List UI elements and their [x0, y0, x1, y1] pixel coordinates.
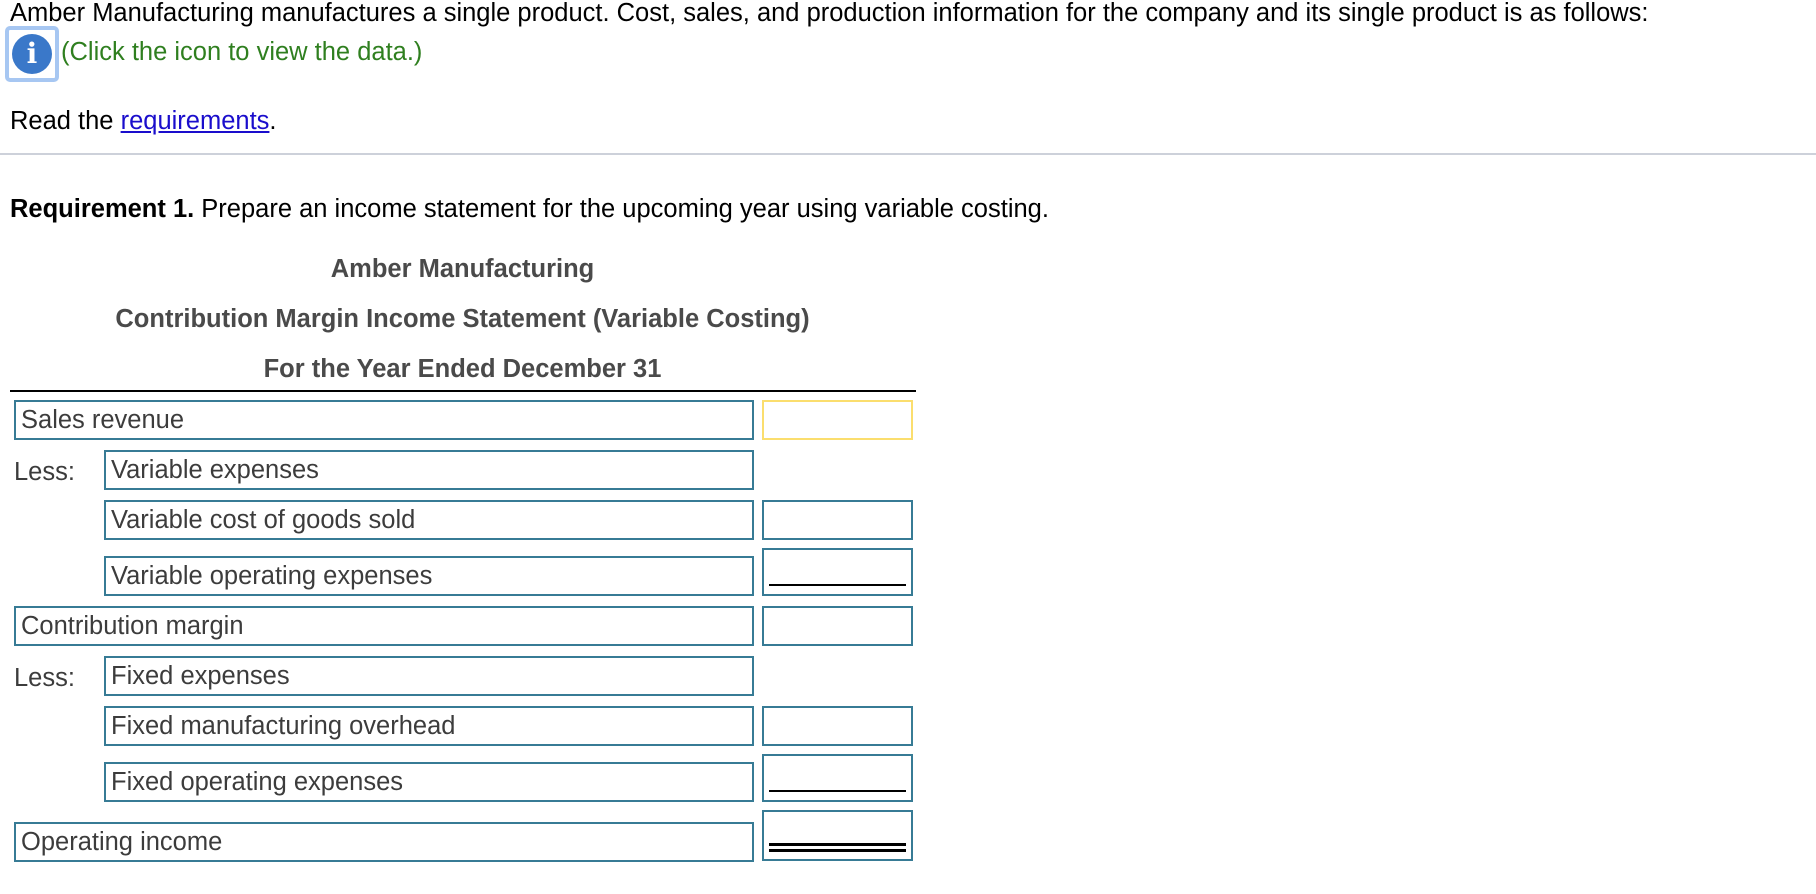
single-underline: [769, 584, 906, 586]
row-label-variable-operating-expenses[interactable]: Variable operating expenses: [104, 556, 754, 596]
single-underline: [769, 790, 906, 792]
requirement-text: Prepare an income statement for the upco…: [194, 195, 1049, 223]
less-label: Less:: [14, 458, 75, 486]
row-label-fixed-manufacturing-overhead[interactable]: Fixed manufacturing overhead: [104, 706, 754, 746]
statement-title: Contribution Margin Income Statement (Va…: [115, 305, 810, 333]
requirements-link[interactable]: requirements: [121, 107, 270, 135]
row-label-operating-income[interactable]: Operating income: [14, 822, 754, 862]
requirement-label: Requirement 1.: [10, 195, 195, 223]
amount-sales-revenue[interactable]: [762, 400, 913, 440]
row-label-sales-revenue[interactable]: Sales revenue: [14, 400, 754, 440]
info-icon: i: [12, 34, 52, 74]
click-hint: (Click the icon to view the data.): [61, 38, 423, 66]
amount-operating-income[interactable]: [762, 810, 913, 861]
requirement-heading: Requirement 1. Prepare an income stateme…: [10, 195, 1049, 224]
read-prefix: Read the: [10, 107, 121, 135]
read-suffix: .: [269, 107, 277, 135]
row-label-contribution-margin[interactable]: Contribution margin: [14, 606, 754, 646]
row-label-fixed-expenses[interactable]: Fixed expenses: [104, 656, 754, 696]
amount-contribution-margin[interactable]: [762, 606, 913, 646]
separator: [0, 153, 1816, 155]
info-data-button[interactable]: i: [5, 26, 59, 82]
intro-text: Amber Manufacturing manufactures a singl…: [10, 0, 1649, 27]
row-label-variable-cogs[interactable]: Variable cost of goods sold: [104, 500, 754, 540]
statement-period: For the Year Ended December 31: [263, 355, 662, 383]
amount-variable-operating-expenses[interactable]: [762, 548, 913, 596]
amount-fixed-operating-expenses[interactable]: [762, 754, 913, 802]
amount-variable-cogs[interactable]: [762, 500, 913, 540]
row-label-variable-expenses[interactable]: Variable expenses: [104, 450, 754, 490]
amount-fixed-manufacturing-overhead[interactable]: [762, 706, 913, 746]
header-rule: [10, 390, 916, 392]
company-name: Amber Manufacturing: [330, 255, 595, 283]
less-label: Less:: [14, 664, 75, 692]
read-requirements: Read the requirements.: [10, 107, 277, 136]
double-underline-bottom: [769, 849, 906, 852]
row-label-fixed-operating-expenses[interactable]: Fixed operating expenses: [104, 762, 754, 802]
double-underline-top: [769, 843, 906, 846]
